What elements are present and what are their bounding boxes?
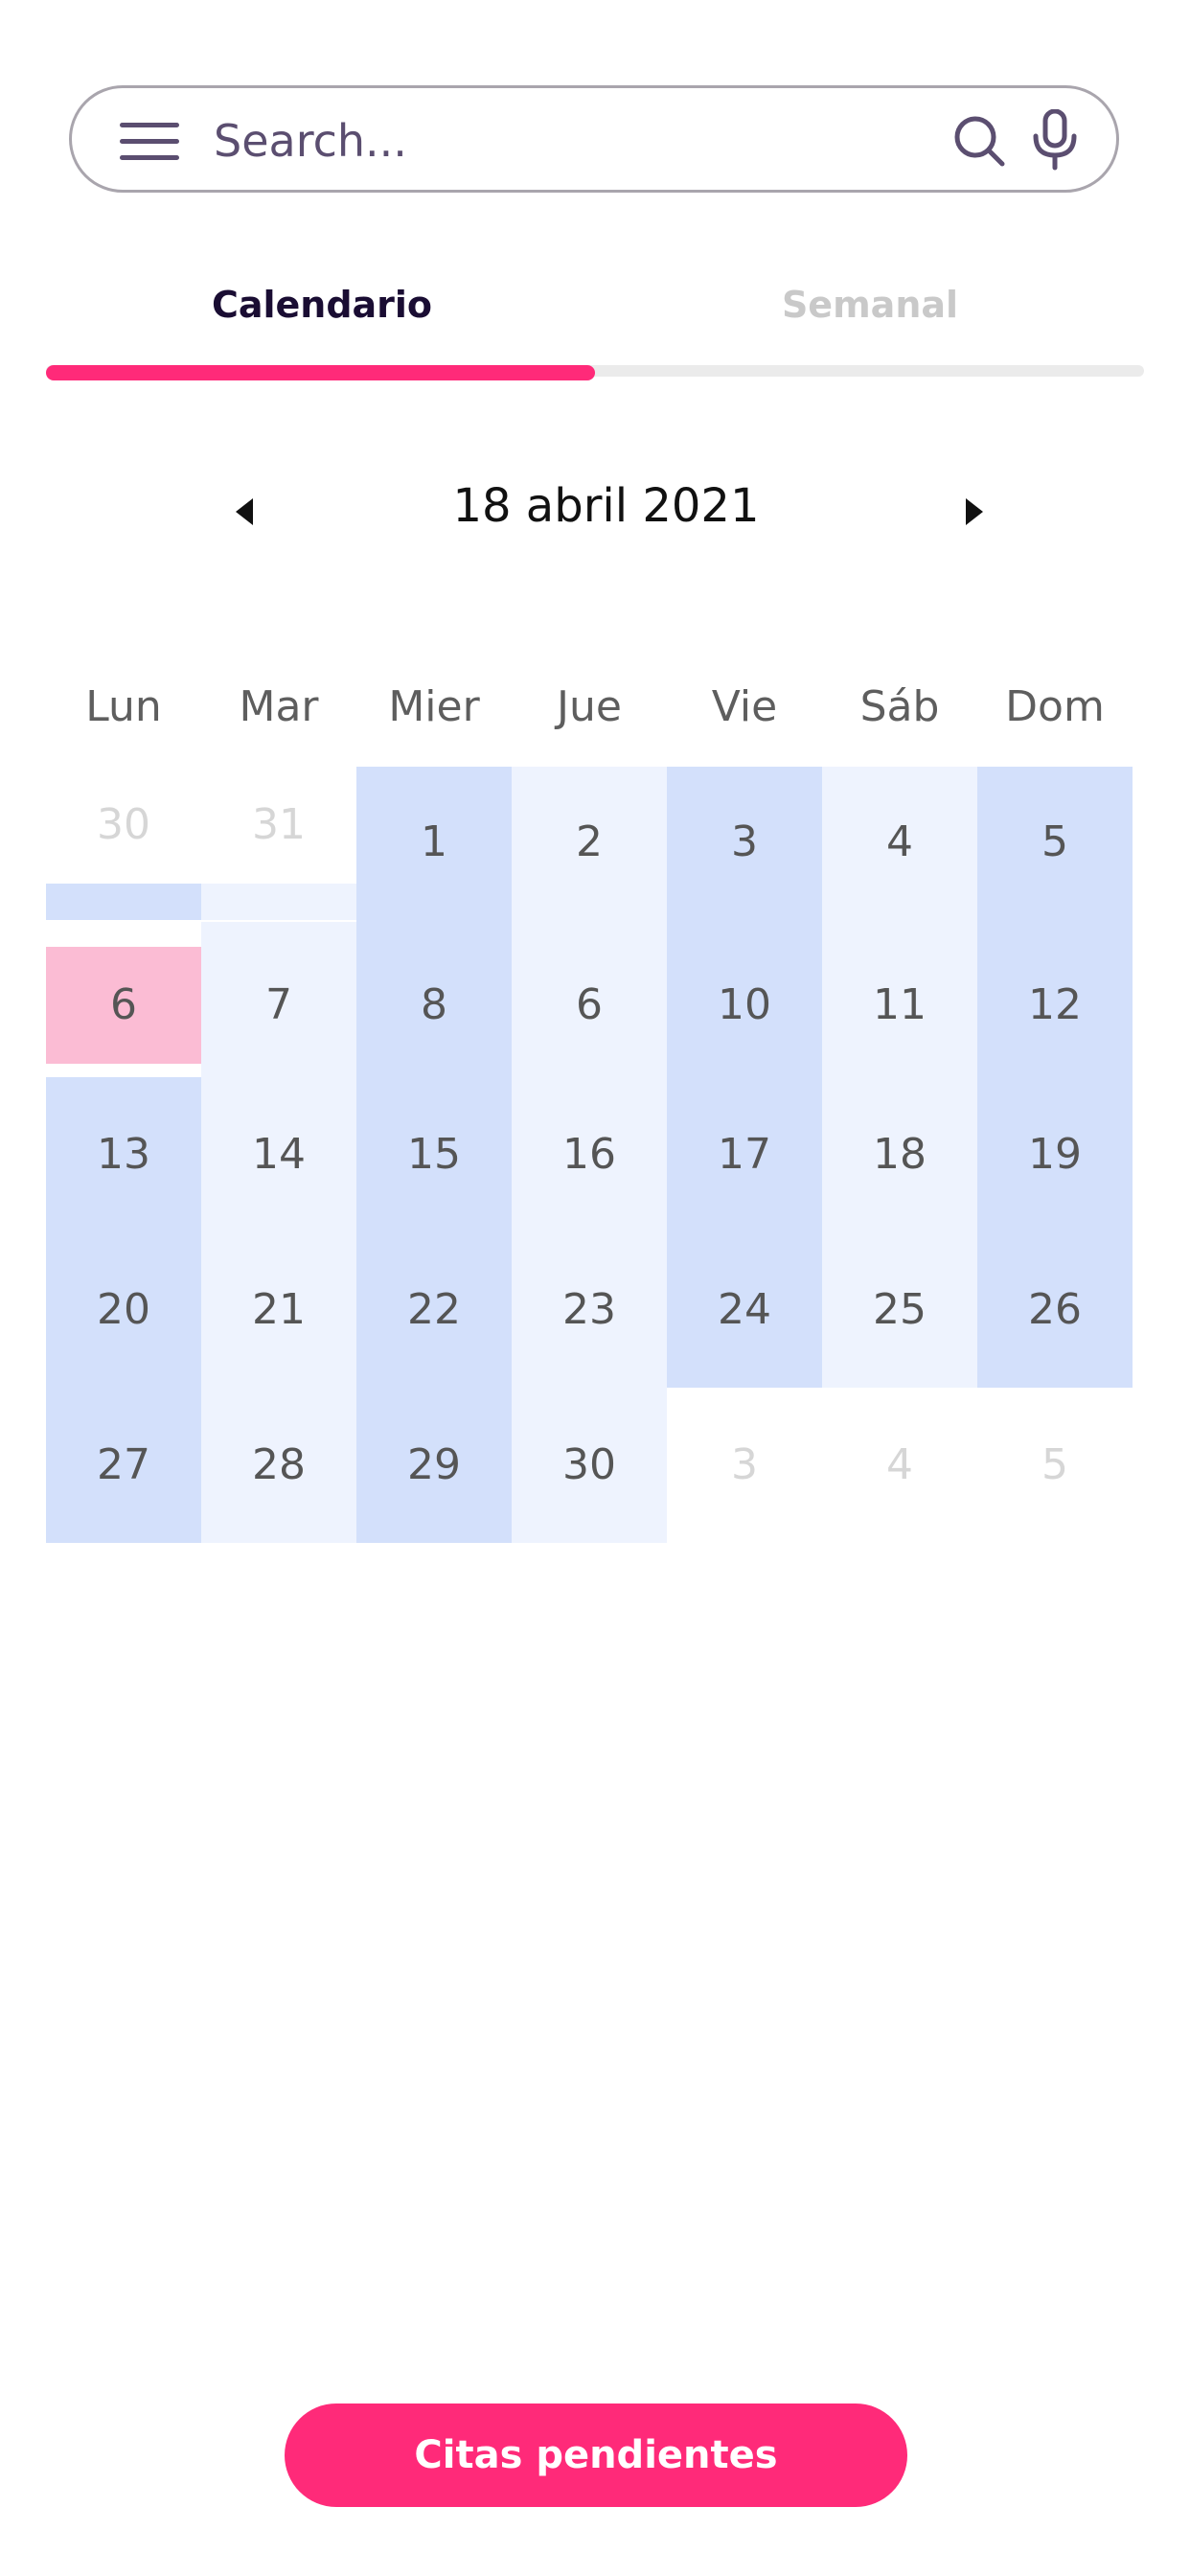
calendar-day-cell[interactable]: 11: [822, 922, 977, 1077]
month-title: 18 abril 2021: [452, 479, 760, 533]
weekday-header: Lun: [85, 682, 162, 731]
calendar-day-cell[interactable]: 3: [667, 767, 822, 922]
calendar-day-cell[interactable]: 13: [46, 1077, 201, 1232]
calendar-day-cell[interactable]: 17: [667, 1077, 822, 1232]
active-tab-indicator: [46, 365, 595, 380]
calendar-day-cell-selected[interactable]: 6: [46, 947, 201, 1064]
calendar-day-cell[interactable]: 3: [667, 1388, 822, 1543]
calendar-day-cell[interactable]: 31: [201, 767, 356, 884]
calendar-day-cell[interactable]: 1: [356, 767, 512, 922]
week-band: [201, 884, 356, 920]
search-icon[interactable]: [951, 113, 1007, 169]
calendar-day-cell[interactable]: 10: [667, 922, 822, 1077]
calendar-day-cell[interactable]: 15: [356, 1077, 512, 1232]
calendar-day-cell[interactable]: 21: [201, 1232, 356, 1388]
calendar-day-cell[interactable]: 7: [201, 922, 356, 1077]
calendar-day-cell[interactable]: 30: [512, 1388, 667, 1543]
calendar-day-cell[interactable]: 14: [201, 1077, 356, 1232]
pending-appointments-label: Citas pendientes: [414, 2433, 778, 2477]
next-month-icon[interactable]: [956, 494, 991, 529]
tab-calendario[interactable]: Calendario: [46, 284, 598, 326]
weekday-header: Mar: [239, 682, 319, 731]
calendar-day-cell[interactable]: 6: [512, 922, 667, 1077]
calendar-day-cell[interactable]: 26: [977, 1232, 1133, 1388]
calendar-day-cell[interactable]: 30: [46, 767, 201, 884]
calendar-day-cell[interactable]: 12: [977, 922, 1133, 1077]
search-bar: [69, 85, 1119, 193]
calendar-day-cell[interactable]: 23: [512, 1232, 667, 1388]
weekday-header: Vie: [711, 682, 778, 731]
microphone-icon[interactable]: [1030, 109, 1080, 171]
calendar-day-cell[interactable]: 24: [667, 1232, 822, 1388]
menu-icon[interactable]: [120, 123, 179, 161]
calendar-day-cell[interactable]: 18: [822, 1077, 977, 1232]
calendar-day-cell[interactable]: 4: [822, 767, 977, 922]
calendar-day-cell[interactable]: 25: [822, 1232, 977, 1388]
weekday-header: Dom: [1005, 682, 1105, 731]
calendar-day-cell[interactable]: 19: [977, 1077, 1133, 1232]
pending-appointments-button[interactable]: Citas pendientes: [285, 2404, 907, 2507]
calendar-day-cell[interactable]: 2: [512, 767, 667, 922]
calendar-day-cell[interactable]: 8: [356, 922, 512, 1077]
calendar-day-cell[interactable]: 20: [46, 1232, 201, 1388]
calendar-day-cell[interactable]: 22: [356, 1232, 512, 1388]
weekday-header: Sáb: [859, 682, 940, 731]
calendar-day-cell[interactable]: 27: [46, 1388, 201, 1543]
calendar-day-cell[interactable]: 5: [977, 1388, 1133, 1543]
weekday-header: Mier: [388, 682, 480, 731]
calendar-day-cell[interactable]: 29: [356, 1388, 512, 1543]
tab-semanal[interactable]: Semanal: [594, 284, 1146, 326]
search-input[interactable]: [212, 109, 1001, 172]
calendar-day-cell[interactable]: 28: [201, 1388, 356, 1543]
previous-month-icon[interactable]: [228, 494, 263, 529]
weekday-header: Jue: [557, 682, 622, 731]
calendar-day-cell[interactable]: 16: [512, 1077, 667, 1232]
week-band: [46, 884, 201, 920]
calendar-day-cell[interactable]: 5: [977, 767, 1133, 922]
calendar-day-cell[interactable]: 4: [822, 1388, 977, 1543]
